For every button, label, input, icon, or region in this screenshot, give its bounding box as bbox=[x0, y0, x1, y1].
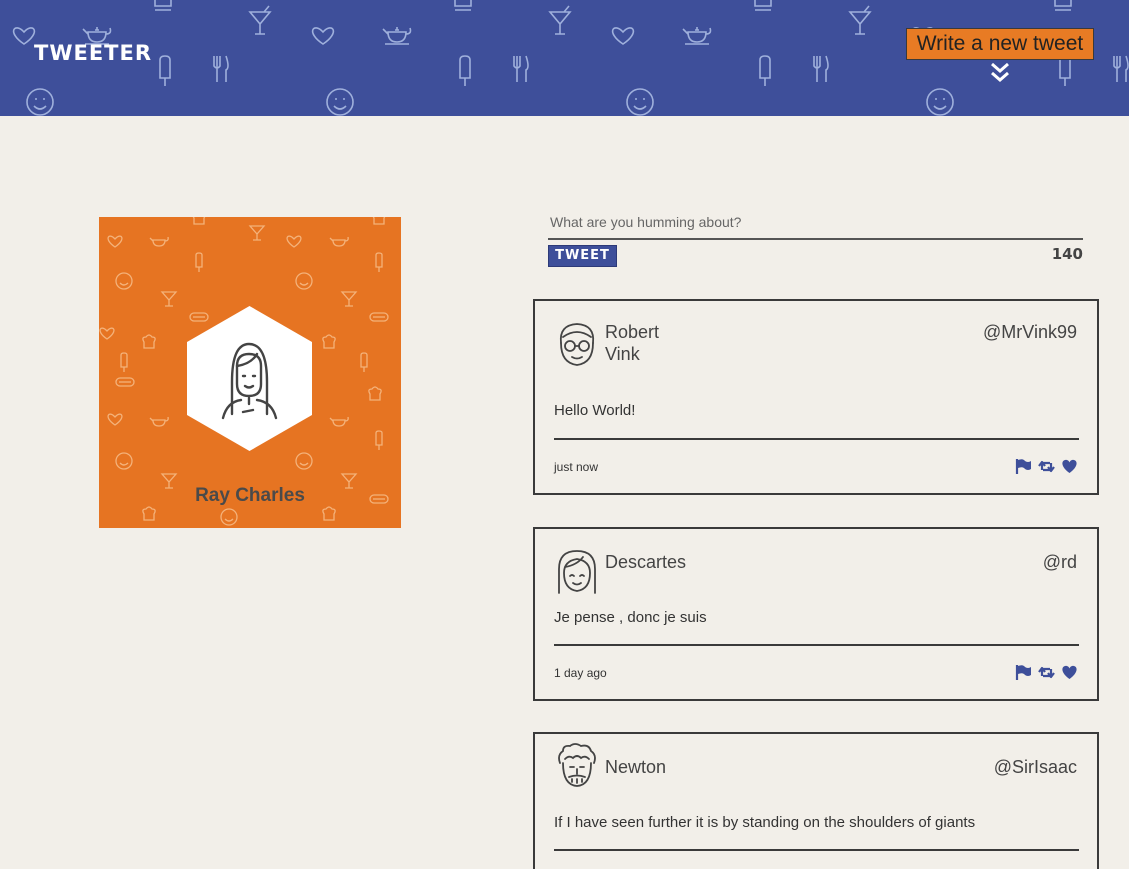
tweet-input[interactable] bbox=[548, 205, 1083, 240]
tweet-card: Descartes @rd Je pense , donc je suis 1 … bbox=[533, 527, 1099, 701]
tweet-author-name: Robert Vink bbox=[605, 321, 659, 365]
man-glasses-avatar-icon bbox=[559, 323, 595, 366]
tweet-actions bbox=[1015, 664, 1078, 681]
tweet-composer: TWEET 140 bbox=[548, 205, 1083, 267]
tweet-author-first: Descartes bbox=[605, 552, 687, 572]
double-chevron-down-icon[interactable] bbox=[988, 61, 1012, 85]
flag-icon[interactable] bbox=[1015, 458, 1032, 475]
woman-avatar-icon bbox=[187, 306, 312, 451]
tweet-divider bbox=[554, 438, 1079, 440]
tweet-author-name: Newton bbox=[605, 756, 666, 778]
tweet-text: Je pense , donc je suis bbox=[554, 609, 707, 626]
tweet-submit-button[interactable]: TWEET bbox=[548, 245, 617, 267]
tweet-author-last: Vink bbox=[605, 344, 640, 364]
write-new-tweet-button[interactable]: Write a new tweet bbox=[906, 28, 1094, 60]
profile-name: Ray Charles bbox=[195, 485, 305, 506]
bob-hair-avatar-icon bbox=[558, 550, 596, 594]
char-counter: 140 bbox=[1051, 245, 1083, 263]
tweet-author-handle[interactable]: @rd bbox=[1043, 551, 1077, 573]
tweet-author-first: Robert bbox=[605, 322, 660, 342]
profile-card: Ray Charles bbox=[99, 217, 401, 528]
tweet-divider bbox=[554, 644, 1079, 646]
tweet-card: Newton @SirIsaac If I have seen further … bbox=[533, 732, 1099, 869]
tweet-card: Robert Vink @MrVink99 Hello World! just … bbox=[533, 299, 1099, 495]
retweet-icon[interactable] bbox=[1038, 458, 1055, 475]
heart-icon[interactable] bbox=[1061, 458, 1078, 475]
tweet-divider bbox=[554, 849, 1079, 851]
tweet-text: Hello World! bbox=[554, 402, 636, 419]
page-header: TWEETER Write a new tweet bbox=[0, 0, 1129, 116]
tweet-author-first: Newton bbox=[605, 757, 667, 777]
tweet-author-handle[interactable]: @MrVink99 bbox=[983, 321, 1077, 343]
tweet-timestamp: 1 day ago bbox=[554, 666, 607, 680]
tweet-actions bbox=[1015, 458, 1078, 475]
retweet-icon[interactable] bbox=[1038, 664, 1055, 681]
curly-hair-avatar-icon bbox=[558, 743, 596, 787]
heart-icon[interactable] bbox=[1061, 664, 1078, 681]
tweet-text: If I have seen further it is by standing… bbox=[554, 814, 976, 831]
tweet-author-name: Descartes bbox=[605, 551, 686, 573]
tweet-timestamp: just now bbox=[554, 460, 599, 474]
app-logo[interactable]: TWEETER bbox=[34, 41, 152, 65]
flag-icon[interactable] bbox=[1015, 664, 1032, 681]
tweet-author-handle[interactable]: @SirIsaac bbox=[994, 756, 1077, 778]
